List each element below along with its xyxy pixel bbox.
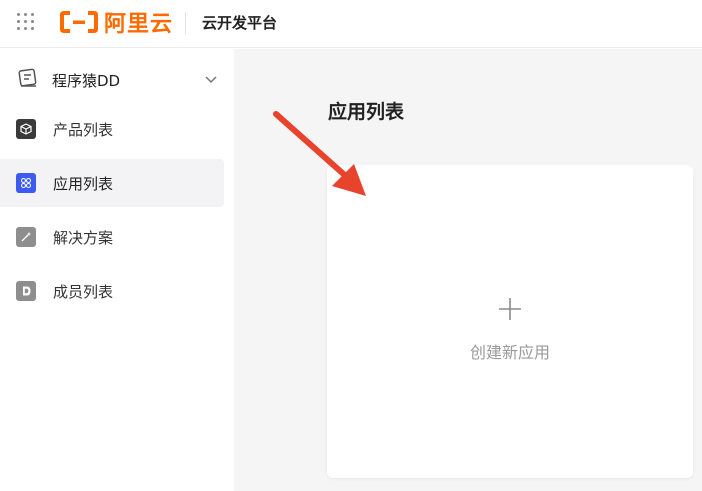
sidebar-item-label: 产品列表 — [53, 121, 114, 139]
top-bar: 阿里云 云开发平台 — [0, 0, 702, 48]
sidebar-item-members[interactable]: 成员列表 — [0, 267, 224, 315]
sidebar-item-label: 应用列表 — [53, 175, 114, 193]
member-icon — [16, 281, 36, 301]
platform-title: 云开发平台 — [202, 14, 278, 32]
chevron-down-icon[interactable] — [204, 72, 218, 86]
sidebar-item-apps[interactable]: 应用列表 — [0, 159, 224, 207]
logo-text: 阿里云 — [104, 12, 174, 37]
sidebar-item-label: 解决方案 — [53, 229, 114, 247]
org-switcher[interactable]: 程序猿DD — [0, 63, 234, 95]
sidebar-item-products[interactable]: 产品列表 — [0, 105, 224, 153]
app-grid-icon[interactable] — [17, 13, 35, 31]
page-title: 应用列表 — [328, 101, 405, 123]
wand-icon — [16, 227, 36, 247]
sidebar: 程序猿DD 产品列表 应用列表 解决方案 成员列表 — [0, 49, 234, 491]
aliyun-logo-icon — [60, 11, 98, 33]
main-content: 应用列表 创建新应用 — [234, 49, 702, 491]
org-name: 程序猿DD — [52, 72, 121, 90]
aliyun-logo[interactable]: 阿里云 — [60, 8, 174, 37]
sidebar-item-solutions[interactable]: 解决方案 — [0, 213, 224, 261]
plus-icon — [499, 298, 521, 320]
sidebar-item-label: 成员列表 — [53, 283, 114, 301]
create-app-label: 创建新应用 — [469, 343, 550, 362]
org-icon — [18, 68, 37, 87]
apps-icon — [16, 173, 36, 193]
cube-icon — [16, 119, 36, 139]
create-app-card[interactable]: 创建新应用 — [327, 165, 693, 478]
header-divider — [185, 12, 186, 34]
